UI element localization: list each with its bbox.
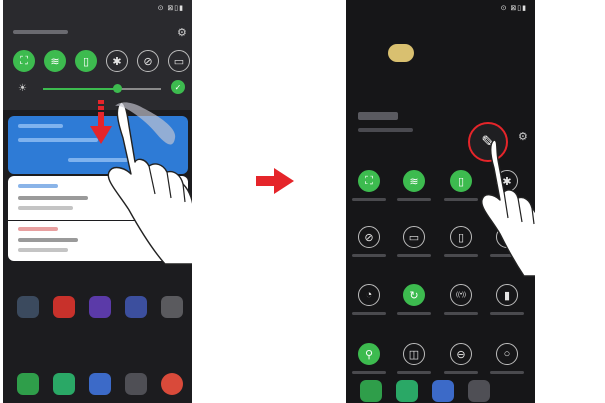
tile-label (397, 371, 431, 374)
messages-app-icon[interactable] (396, 380, 418, 402)
notification-text (18, 206, 73, 210)
camera-app-icon[interactable] (432, 380, 454, 402)
bluetooth-icon[interactable]: ✱ (106, 50, 128, 72)
app-folder-icon[interactable] (17, 296, 39, 318)
tile-label (397, 198, 431, 201)
nfc-icon[interactable]: ▭ (403, 226, 425, 248)
brightness-slider-fill (43, 88, 117, 90)
do-not-disturb-icon[interactable]: ⊘ (137, 50, 159, 72)
chrome-icon[interactable] (161, 373, 183, 395)
tile-label (352, 371, 386, 374)
transition-arrow-icon (256, 168, 294, 194)
youtube-icon[interactable] (53, 296, 75, 318)
camera-app-icon[interactable] (89, 373, 111, 395)
messages-app-icon[interactable] (53, 373, 75, 395)
clock-text (358, 112, 398, 120)
tile-label (444, 254, 478, 257)
phone-app-icon[interactable] (17, 373, 39, 395)
wifi-icon[interactable]: ≋ (44, 50, 66, 72)
tile-label (444, 198, 478, 201)
notification-title (18, 124, 63, 128)
tile-label (444, 312, 478, 315)
auto-brightness-icon[interactable]: ✓ (171, 80, 185, 94)
brightness-slider-knob[interactable] (113, 84, 122, 93)
left-phone-screen: ⊙ ⊠▯▮ ⚙ ⛶ ≋ ▯ ✱ ⊘ ▭ ☀ ✓ (3, 0, 192, 403)
tile-label (490, 312, 524, 315)
settings-gear-icon[interactable]: ⚙ (177, 26, 187, 39)
hand-pointer-icon (481, 139, 535, 277)
play-store-icon[interactable] (468, 380, 490, 402)
eye-comfort-icon[interactable]: ◔ (358, 284, 380, 306)
video-icon[interactable] (125, 296, 147, 318)
nfc-icon[interactable]: ▭ (168, 50, 190, 72)
hand-pointer-icon (107, 101, 192, 265)
status-bar: ⊙ ⊠▯▮ (157, 5, 184, 12)
notification-text (18, 138, 98, 142)
right-phone-screen: ⊙ ⊠▯▮ ⚙ ✎ ⛶≋▯✱⊘▭▯✈◔↻((•))▮⚲◫⊖○ (346, 0, 535, 403)
sync-icon[interactable]: ↻ (403, 284, 425, 306)
date-text (358, 128, 413, 132)
battery-saver-icon[interactable]: ▮ (496, 284, 518, 306)
brightness-icon: ☀ (18, 83, 27, 94)
dual-window-icon[interactable]: ◫ (403, 343, 425, 365)
notification-title (18, 238, 78, 242)
date-time-text (13, 30, 68, 34)
wifi-icon[interactable]: ≋ (403, 170, 425, 192)
phone-app-icon[interactable] (360, 380, 382, 402)
tile-label (397, 312, 431, 315)
flashlight-icon[interactable]: ▯ (450, 226, 472, 248)
screen-rotation-icon[interactable]: ⛶ (13, 50, 35, 72)
tile-label (352, 198, 386, 201)
do-not-disturb-icon[interactable]: ⊘ (358, 226, 380, 248)
tile-label (397, 254, 431, 257)
screen-rotation-icon[interactable]: ⛶ (358, 170, 380, 192)
weather-icon (388, 44, 414, 62)
notification-app-name (18, 184, 58, 188)
vibrate-icon[interactable]: ▯ (450, 170, 472, 192)
play-store-icon[interactable] (125, 373, 147, 395)
status-bar: ⊙ ⊠▯▮ (500, 5, 527, 12)
tile-label (490, 371, 524, 374)
hotspot-icon[interactable]: ((•)) (450, 284, 472, 306)
settings-app-icon[interactable] (161, 296, 183, 318)
tile-label (444, 371, 478, 374)
minus-circle-icon[interactable]: ⊖ (450, 343, 472, 365)
notification-text (18, 248, 68, 252)
circle-icon[interactable]: ○ (496, 343, 518, 365)
vibrate-icon[interactable]: ▯ (75, 50, 97, 72)
brightness-slider[interactable] (43, 84, 161, 93)
gallery-icon[interactable] (89, 296, 111, 318)
notification-title (18, 196, 88, 200)
tile-label (352, 312, 386, 315)
location-icon[interactable]: ⚲ (358, 343, 380, 365)
notification-app-name (18, 227, 58, 231)
tile-label (352, 254, 386, 257)
